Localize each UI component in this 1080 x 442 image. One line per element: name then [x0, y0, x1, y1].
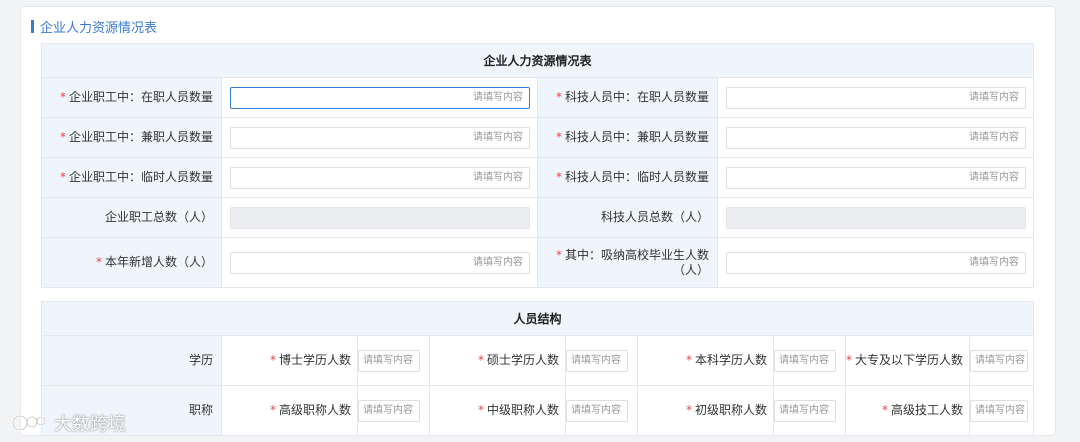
field-label: * 高级职称人数	[221, 385, 358, 436]
table-row: 职称 *高级职称人数 *中级职称人数 *初级职称人数 *高级技工人数	[41, 385, 1035, 436]
required-mark: *	[846, 353, 852, 367]
field-label: * 其中：吸纳高校毕业生人数（人）	[537, 237, 718, 288]
junior-title-count-input[interactable]	[774, 399, 836, 422]
required-mark: *	[59, 90, 66, 104]
senior-title-count-input[interactable]	[358, 399, 420, 422]
field-label: * 企业职工中：在职人员数量	[41, 77, 222, 118]
employees-parttime-input[interactable]	[230, 126, 530, 149]
table-row: *企业职工中：临时人员数量 *科技人员中：临时人员数量	[41, 157, 1035, 198]
section-title: 企业人力资源情况表	[31, 17, 158, 36]
required-mark: *	[95, 255, 102, 269]
row-label-education: 学历	[41, 335, 222, 386]
employees-active-input[interactable]	[230, 86, 530, 109]
table-row: 企业职工总数（人） 科技人员总数（人）	[41, 197, 1035, 238]
table-row: *企业职工中：在职人员数量 *科技人员中：在职人员数量	[41, 77, 1035, 118]
required-mark: *	[477, 353, 484, 367]
required-mark: *	[477, 403, 484, 417]
field-label: * 科技人员中：兼职人员数量	[537, 117, 718, 158]
graduates-hired-input[interactable]	[726, 251, 1026, 274]
field-label: * 高级技工人数	[845, 385, 970, 436]
required-mark: *	[881, 403, 888, 417]
field-label: * 博士学历人数	[221, 335, 358, 386]
middle-title-count-input[interactable]	[566, 399, 628, 422]
table-row: *企业职工中：兼职人员数量 *科技人员中：兼职人员数量	[41, 117, 1035, 158]
required-mark: *	[685, 403, 692, 417]
tech-active-input[interactable]	[726, 86, 1026, 109]
tech-temporary-input[interactable]	[726, 166, 1026, 189]
title-accent-bar	[31, 19, 34, 33]
phd-count-input[interactable]	[358, 349, 420, 372]
field-label: * 科技人员中：临时人员数量	[537, 157, 718, 198]
field-label: * 企业职工中：临时人员数量	[41, 157, 222, 198]
bachelor-count-input[interactable]	[774, 349, 836, 372]
required-mark: *	[555, 247, 562, 262]
tech-total-input	[726, 206, 1026, 229]
watermark-text: 大数跨境	[54, 414, 126, 435]
tech-parttime-input[interactable]	[726, 126, 1026, 149]
college-below-count-input[interactable]	[970, 349, 1028, 372]
required-mark: *	[555, 170, 562, 184]
field-label: 科技人员总数（人）	[537, 197, 718, 238]
masters-count-input[interactable]	[566, 349, 628, 372]
watermark-logo-icon	[11, 414, 47, 432]
senior-technician-count-input[interactable]	[970, 399, 1028, 422]
field-label: * 中级职称人数	[429, 385, 566, 436]
field-label: * 本年新增人数（人）	[41, 237, 222, 288]
required-mark: *	[59, 170, 66, 184]
watermark: 大数跨境	[10, 410, 126, 436]
required-mark: *	[269, 353, 276, 367]
required-mark: *	[555, 130, 562, 144]
section-title-text: 企业人力资源情况表	[40, 20, 158, 36]
table-row: *本年新增人数（人） *其中：吸纳高校毕业生人数（人）	[41, 237, 1035, 288]
hr-info-card: 企业人力资源情况表 企业人力资源情况表 *企业职工中：在职人员数量 *科技人员中…	[20, 6, 1056, 436]
field-label: * 本科学历人数	[637, 335, 774, 386]
required-mark: *	[59, 130, 66, 144]
field-label: * 科技人员中：在职人员数量	[537, 77, 718, 118]
required-mark: *	[269, 403, 276, 417]
staff-structure-header: 人员结构	[40, 301, 1035, 336]
employees-temporary-input[interactable]	[230, 166, 530, 189]
table-row: 学历 *博士学历人数 *硕士学历人数 *本科学历人数 *大专及以下学历人数	[41, 335, 1035, 386]
field-label: * 初级职称人数	[637, 385, 774, 436]
employees-total-input	[230, 206, 530, 229]
new-hires-input[interactable]	[230, 251, 530, 274]
required-mark: *	[685, 353, 692, 367]
hr-table: 企业人力资源情况表 *企业职工中：在职人员数量 *科技人员中：在职人员数量 *企…	[40, 43, 1035, 288]
field-label: * 企业职工中：兼职人员数量	[41, 117, 222, 158]
field-label: 企业职工总数（人）	[41, 197, 222, 238]
field-label: * 大专及以下学历人数	[845, 335, 970, 386]
staff-structure-table: 人员结构 学历 *博士学历人数 *硕士学历人数 *本科学历人数 *大专及以下学历…	[40, 301, 1035, 436]
hr-table-header: 企业人力资源情况表	[40, 43, 1035, 78]
field-label: * 硕士学历人数	[429, 335, 566, 386]
required-mark: *	[555, 90, 562, 104]
